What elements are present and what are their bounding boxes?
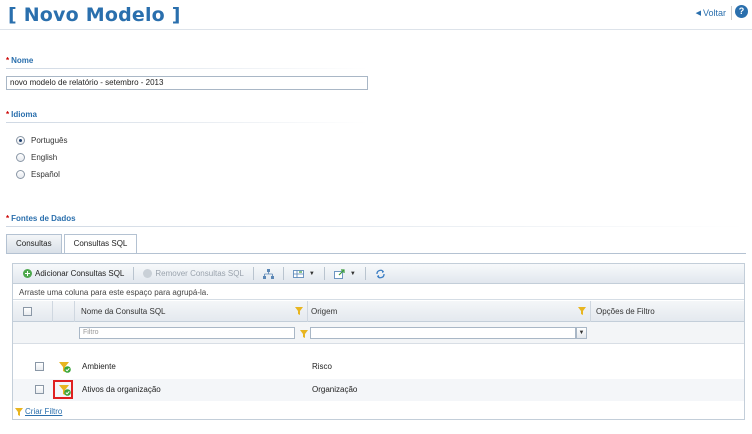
name-label-text: Nome bbox=[11, 56, 34, 65]
filter-funnel-icon[interactable] bbox=[578, 307, 586, 315]
column-header-name[interactable]: Nome da Consulta SQL bbox=[75, 301, 308, 322]
tab-consultas-sql[interactable]: Consultas SQL bbox=[63, 234, 138, 254]
name-divider bbox=[6, 68, 368, 69]
add-icon bbox=[23, 269, 32, 278]
tab-baseline bbox=[6, 253, 746, 254]
column-header-name-label: Nome da Consulta SQL bbox=[81, 307, 166, 316]
sql-queries-grid: Adicionar Consultas SQL Remover Consulta… bbox=[12, 263, 745, 420]
hierarchy-button[interactable] bbox=[259, 266, 278, 282]
header-icon-cell bbox=[53, 301, 75, 322]
grid-toolbar: Adicionar Consultas SQL Remover Consulta… bbox=[13, 264, 744, 284]
grid-header-row: Nome da Consulta SQL Origem Opções de Fi… bbox=[13, 301, 744, 322]
export-icon bbox=[333, 268, 345, 279]
toolbar-separator bbox=[323, 267, 325, 280]
name-label: * Nome bbox=[6, 56, 33, 65]
header-divider bbox=[731, 6, 732, 20]
chevron-down-icon[interactable]: ▼ bbox=[576, 327, 587, 339]
column-header-origin[interactable]: Origem bbox=[308, 301, 591, 322]
name-input[interactable]: novo modelo de relatório - setembro - 20… bbox=[6, 76, 368, 90]
filter-funnel-icon[interactable] bbox=[300, 330, 308, 338]
tab-consultas[interactable]: Consultas bbox=[6, 234, 62, 253]
required-mark: * bbox=[6, 56, 10, 65]
page-header: [ Novo Modelo ] ◀ Voltar ? bbox=[0, 0, 752, 30]
chevron-down-icon: ▼ bbox=[308, 270, 315, 277]
grid-filter-row: Filtro ▼ bbox=[13, 322, 744, 344]
language-option-label: Español bbox=[31, 170, 60, 179]
toolbar-separator bbox=[282, 267, 284, 280]
query-origin-cell: Risco bbox=[312, 362, 333, 371]
language-label: * Idioma bbox=[6, 110, 37, 119]
remove-icon bbox=[143, 269, 153, 278]
radio-button-checked[interactable] bbox=[16, 136, 25, 145]
help-icon[interactable]: ? bbox=[735, 5, 748, 18]
language-label-text: Idioma bbox=[11, 110, 37, 119]
data-sources-label-text: Fontes de Dados bbox=[11, 214, 76, 223]
filter-funnel-icon bbox=[15, 407, 23, 416]
row-checkbox[interactable] bbox=[35, 385, 44, 394]
hierarchy-icon bbox=[262, 268, 274, 279]
group-by-drop-area[interactable]: Arraste uma coluna para este espaço para… bbox=[13, 285, 744, 300]
create-filter-link[interactable]: Criar Filtro bbox=[15, 407, 62, 416]
language-option-label: Português bbox=[31, 136, 68, 145]
toolbar-separator bbox=[252, 267, 254, 280]
name-filter-input[interactable]: Filtro bbox=[79, 327, 295, 339]
header-select-cell bbox=[13, 301, 53, 322]
sql-query-icon[interactable] bbox=[59, 384, 71, 396]
page-title: [ Novo Modelo ] bbox=[8, 4, 181, 26]
required-mark: * bbox=[6, 110, 10, 119]
language-option-label: English bbox=[31, 153, 58, 162]
origin-filter-select[interactable] bbox=[310, 327, 576, 339]
language-option-portugues[interactable]: Português bbox=[16, 136, 67, 145]
filter-funnel-icon[interactable] bbox=[295, 307, 303, 315]
radio-button[interactable] bbox=[16, 153, 25, 162]
refresh-button[interactable] bbox=[371, 266, 390, 282]
language-option-espanol[interactable]: Español bbox=[16, 170, 60, 179]
data-sources-divider bbox=[6, 226, 746, 227]
row-checkbox[interactable] bbox=[35, 362, 44, 371]
language-divider bbox=[6, 122, 368, 123]
table-row[interactable]: Ambiente Risco bbox=[13, 356, 744, 378]
create-filter-label: Criar Filtro bbox=[25, 407, 63, 416]
query-origin-cell: Organização bbox=[312, 385, 358, 394]
data-source-tabs: Consultas Consultas SQL bbox=[6, 234, 138, 254]
required-mark: * bbox=[6, 214, 10, 223]
remove-sql-query-label: Remover Consultas SQL bbox=[155, 269, 244, 278]
query-name-cell: Ativos da organização bbox=[82, 385, 161, 394]
toolbar-separator bbox=[133, 267, 135, 280]
export-menu-button[interactable]: ▼ bbox=[330, 266, 360, 282]
table-row[interactable]: Ativos da organização Organização bbox=[13, 379, 744, 401]
add-sql-query-label: Adicionar Consultas SQL bbox=[35, 269, 125, 278]
sql-query-icon bbox=[59, 362, 71, 373]
back-link[interactable]: ◀ Voltar bbox=[696, 8, 726, 18]
select-all-checkbox[interactable] bbox=[23, 307, 32, 316]
data-sources-label: * Fontes de Dados bbox=[6, 214, 76, 223]
columns-icon bbox=[292, 269, 304, 278]
query-name-cell: Ambiente bbox=[82, 362, 116, 371]
toolbar-separator bbox=[364, 267, 366, 280]
language-option-english[interactable]: English bbox=[16, 153, 57, 162]
column-header-filter-options[interactable]: Opções de Filtro bbox=[591, 301, 744, 322]
add-sql-query-button[interactable]: Adicionar Consultas SQL bbox=[19, 266, 128, 282]
radio-button[interactable] bbox=[16, 170, 25, 179]
back-link-label: Voltar bbox=[702, 8, 726, 18]
chevron-down-icon: ▼ bbox=[349, 270, 356, 277]
remove-sql-query-button[interactable]: Remover Consultas SQL bbox=[139, 266, 247, 282]
column-header-origin-label: Origem bbox=[311, 307, 338, 316]
back-arrow-icon: ◀ bbox=[695, 10, 701, 17]
refresh-icon bbox=[376, 269, 385, 278]
columns-menu-button[interactable]: ▼ bbox=[289, 266, 319, 282]
